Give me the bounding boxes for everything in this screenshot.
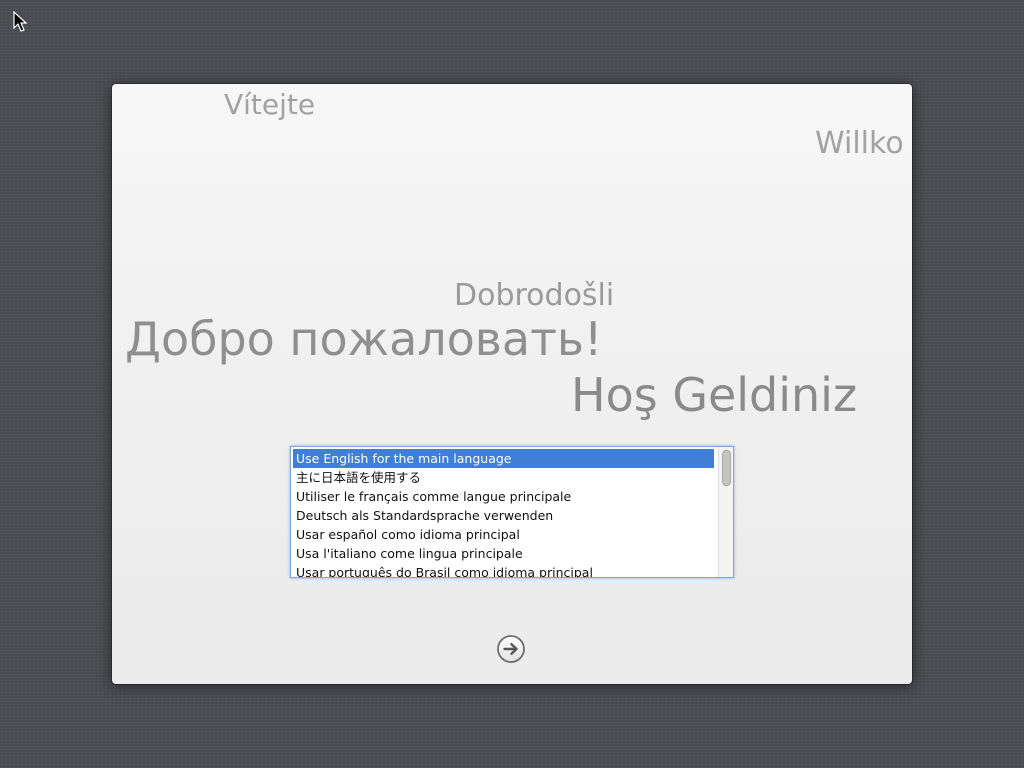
installer-window: Vítejte Willko Dobrodošli Добро пожалова… xyxy=(112,84,912,684)
language-list[interactable]: Use English for the main language 主に日本語を… xyxy=(290,446,734,578)
mouse-pointer-icon xyxy=(13,11,28,32)
language-option-german[interactable]: Deutsch als Standardsprache verwenden xyxy=(293,506,714,525)
language-list-scrollbar[interactable] xyxy=(718,447,733,577)
language-option-spanish[interactable]: Usar español como idioma principal xyxy=(293,525,714,544)
language-list-items: Use English for the main language 主に日本語を… xyxy=(291,447,714,577)
welcome-text-slovenian: Dobrodošli xyxy=(454,278,615,313)
language-option-portuguese-brazil[interactable]: Usar português do Brasil como idioma pri… xyxy=(293,563,714,577)
welcome-text-czech: Vítejte xyxy=(224,88,316,121)
continue-button[interactable] xyxy=(496,634,526,664)
welcome-text-german: Willko xyxy=(815,126,904,161)
language-option-italian[interactable]: Usa l'italiano come lingua principale xyxy=(293,544,714,563)
language-option-japanese[interactable]: 主に日本語を使用する xyxy=(293,468,714,487)
language-option-english[interactable]: Use English for the main language xyxy=(293,449,714,468)
welcome-text-turkish: Hoş Geldiniz xyxy=(571,368,858,422)
language-option-french[interactable]: Utiliser le français comme langue princi… xyxy=(293,487,714,506)
scrollbar-thumb[interactable] xyxy=(722,450,731,486)
welcome-text-russian: Добро пожаловать! xyxy=(125,312,603,366)
